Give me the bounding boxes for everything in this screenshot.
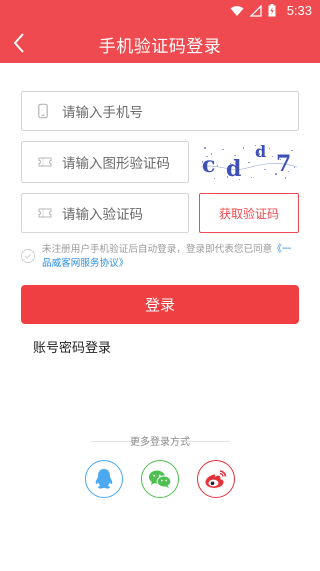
captcha-char-4: 7 bbox=[276, 151, 291, 177]
phone-icon bbox=[38, 103, 48, 119]
image-code-placeholder: 请输入图形验证码 bbox=[62, 156, 170, 172]
get-code-button[interactable]: 获取验证码 bbox=[199, 193, 299, 233]
captcha-char-1: c bbox=[202, 152, 215, 178]
weibo-icon bbox=[205, 470, 227, 488]
login-button[interactable]: 登录 bbox=[21, 285, 299, 324]
agreement-statement: 未注册用户手机验证后自动登录，登录即代表您已同意 bbox=[42, 244, 273, 255]
status-time: 5:33 bbox=[286, 3, 312, 18]
ticket-icon bbox=[38, 208, 52, 218]
sms-code-input[interactable]: 请输入验证码 bbox=[21, 193, 189, 233]
qq-login-button[interactable] bbox=[85, 460, 123, 498]
sms-code-placeholder: 请输入验证码 bbox=[62, 207, 143, 223]
phone-input[interactable]: 请输入手机号 bbox=[21, 91, 299, 131]
battery-charging-icon bbox=[268, 4, 276, 17]
agree-checkbox[interactable] bbox=[21, 249, 35, 263]
ticket-icon bbox=[38, 157, 52, 167]
weibo-login-button[interactable] bbox=[197, 460, 235, 498]
password-login-link[interactable]: 账号密码登录 bbox=[33, 337, 111, 356]
phone-placeholder: 请输入手机号 bbox=[62, 105, 143, 121]
divider-right bbox=[184, 441, 230, 442]
page-title: 手机验证码登录 bbox=[98, 37, 222, 57]
captcha-char-3: d bbox=[255, 142, 266, 161]
agreement-text: 未注册用户手机验证后自动登录，登录即代表您已同意《一品威客网服务协议》 bbox=[42, 243, 300, 271]
status-bar: 5:33 bbox=[0, 0, 320, 22]
more-login-label: 更多登录方式 bbox=[130, 437, 190, 448]
header-bar: 手机验证码登录 bbox=[0, 22, 320, 63]
more-login-divider: 更多登录方式 bbox=[0, 433, 320, 449]
status-icons bbox=[230, 4, 276, 17]
captcha-image[interactable]: c d d 7 bbox=[199, 141, 299, 184]
captcha-char-2: d bbox=[226, 156, 241, 182]
wechat-login-button[interactable] bbox=[141, 460, 179, 498]
wifi-icon bbox=[230, 5, 244, 16]
check-icon bbox=[24, 253, 32, 259]
signal-icon bbox=[250, 4, 262, 17]
wechat-icon bbox=[149, 470, 172, 488]
image-code-input[interactable]: 请输入图形验证码 bbox=[21, 141, 189, 183]
qq-icon bbox=[95, 469, 113, 489]
